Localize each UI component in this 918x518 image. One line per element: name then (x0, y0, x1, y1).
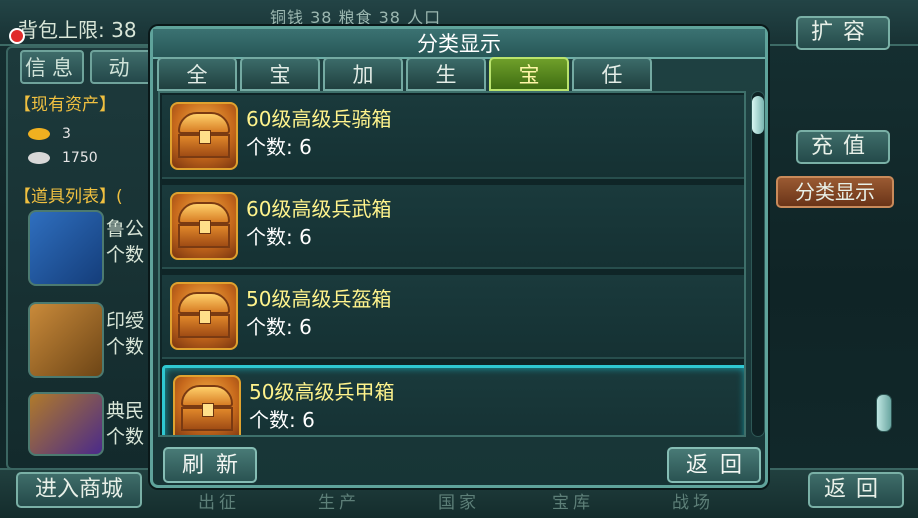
item-name: 60级高级兵骑箱 (246, 107, 392, 131)
enter-shop-button[interactable]: 进入商城 (16, 472, 142, 508)
tab-treasure[interactable]: 宝物 (240, 57, 320, 119)
tab-quest[interactable]: 任务 (572, 57, 652, 119)
category-modal: 分类显示 全部 宝物 加速 生产 宝箱 任务 60级高级兵骑箱 个数: 6 60… (150, 26, 768, 488)
gold-ingot-icon (28, 128, 50, 140)
bg-item-name: 典民 (106, 400, 145, 422)
modal-title: 分类显示 (153, 29, 765, 59)
treasure-chest-icon (173, 375, 241, 435)
nav-item[interactable]: 国家 (438, 488, 480, 513)
category-display-button[interactable]: 分类显示 (776, 176, 894, 208)
item-count: 个数: 6 (246, 315, 312, 339)
nav-item[interactable]: 生产 (318, 488, 360, 513)
tab-info[interactable]: 信息 (20, 50, 84, 84)
treasure-chest-icon (170, 282, 238, 350)
resource-stats: 铜钱 38 粮食 38 人口 (270, 8, 442, 27)
item-count: 个数: 6 (246, 135, 312, 159)
item-name: 50级高级兵盔箱 (246, 287, 392, 311)
nav-item[interactable]: 宝库 (552, 488, 594, 513)
list-item[interactable]: 60级高级兵武箱 个数: 6 (162, 185, 744, 269)
book-icon[interactable] (28, 210, 104, 286)
item-name: 60级高级兵武箱 (246, 197, 392, 221)
list-item[interactable]: 60级高级兵骑箱 个数: 6 (162, 95, 744, 179)
refresh-button[interactable]: 刷新 (163, 447, 257, 483)
nav-item[interactable]: 出征 (198, 488, 240, 513)
assets-header: 【现有资产】 (14, 95, 116, 115)
seal-ribbon-icon[interactable] (28, 302, 104, 378)
expand-button[interactable]: 扩容 (796, 16, 890, 50)
silver-ingot-icon (28, 152, 50, 164)
treasure-chest-icon (170, 102, 238, 170)
bg-item-count: 个数 (106, 426, 145, 448)
gold-row: 3 (28, 126, 71, 142)
bag-capacity-label: 背包上限: 38 (18, 18, 137, 42)
list-scrollbar[interactable] (751, 91, 765, 437)
bg-item-name: 鲁公 (106, 218, 145, 240)
tab-production[interactable]: 生产 (406, 57, 486, 119)
recharge-button[interactable]: 充值 (796, 130, 890, 164)
back-button[interactable]: 返回 (667, 447, 761, 483)
tab-chest[interactable]: 宝箱 (489, 57, 569, 119)
silver-amount: 1750 (62, 150, 98, 166)
tab-speedup[interactable]: 加速 (323, 57, 403, 119)
item-list: 60级高级兵骑箱 个数: 6 60级高级兵武箱 个数: 6 50级高级兵盔箱 个… (158, 91, 746, 437)
item-count: 个数: 6 (246, 225, 312, 249)
list-item[interactable]: 50级高级兵盔箱 个数: 6 (162, 275, 744, 359)
items-header: 【道具列表】( (14, 187, 123, 207)
list-item-selected[interactable]: 50级高级兵甲箱 个数: 6 (162, 365, 744, 435)
notification-dot-icon (9, 28, 25, 44)
inventory-scrollbar[interactable] (876, 394, 892, 432)
item-name: 50级高级兵甲箱 (249, 380, 395, 404)
silver-row: 1750 (28, 150, 98, 166)
bg-item-count: 个数 (106, 244, 145, 266)
tab-all[interactable]: 全部 (157, 57, 237, 119)
treasure-chest-icon (170, 192, 238, 260)
medal-icon[interactable] (28, 392, 104, 456)
nav-item[interactable]: 战场 (672, 488, 714, 513)
bg-item-count: 个数 (106, 336, 145, 358)
scroll-thumb[interactable] (752, 96, 764, 134)
gold-amount: 3 (62, 126, 71, 142)
back-button-bg[interactable]: 返回 (808, 472, 904, 508)
bg-item-name: 印绶 (106, 310, 145, 332)
item-count: 个数: 6 (249, 408, 315, 432)
tab-dynamic[interactable]: 动 (90, 50, 154, 84)
